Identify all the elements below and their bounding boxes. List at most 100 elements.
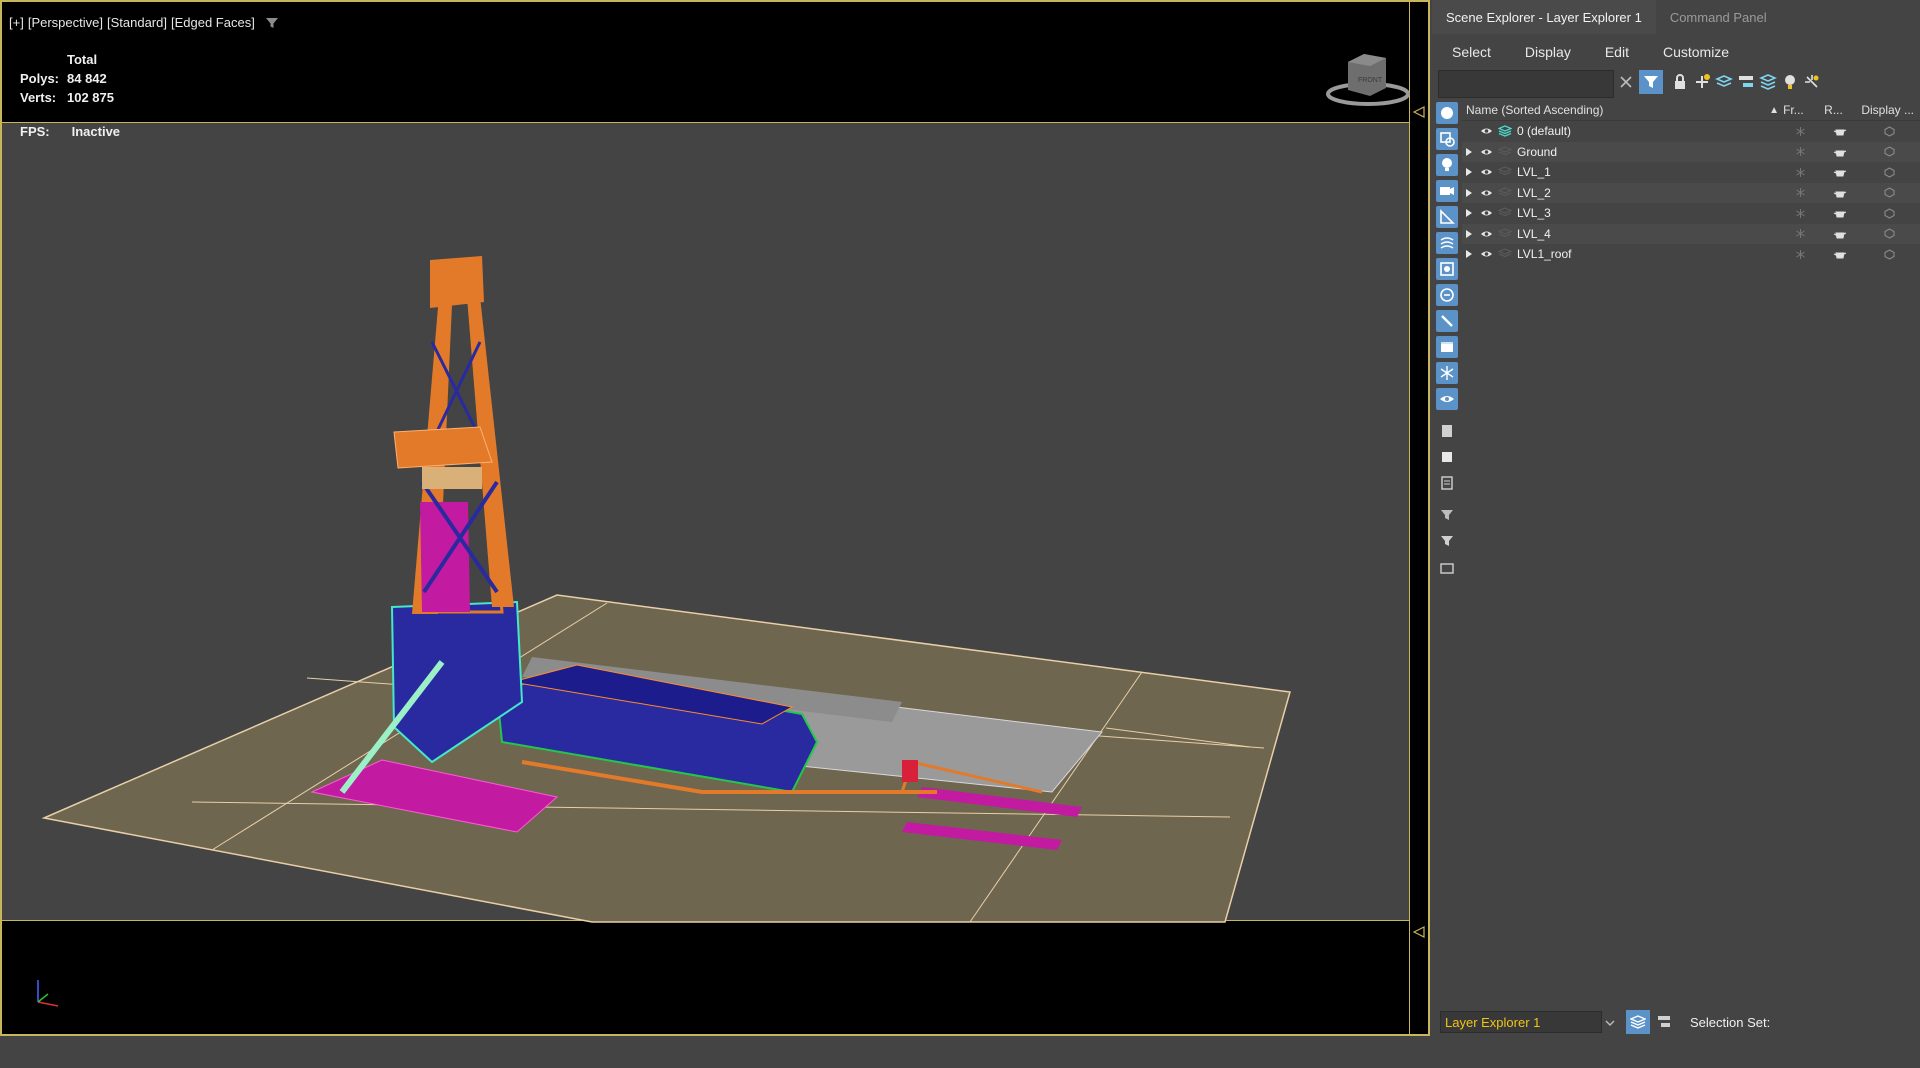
display-bones-button[interactable] bbox=[1436, 310, 1458, 332]
funnel-icon bbox=[1441, 536, 1453, 546]
layer-row[interactable]: 0 (default) bbox=[1462, 121, 1920, 142]
display-groups-button[interactable] bbox=[1436, 258, 1458, 280]
hierarchy-button[interactable] bbox=[1734, 70, 1758, 94]
scene-geometry bbox=[41, 256, 1291, 923]
lock-button[interactable] bbox=[1668, 70, 1692, 94]
sync-selection-button[interactable] bbox=[1800, 70, 1824, 94]
search-input[interactable] bbox=[1438, 70, 1614, 98]
layer-row[interactable]: LVL_3 bbox=[1462, 203, 1920, 224]
display-all-button[interactable] bbox=[1436, 420, 1458, 442]
layer-row[interactable]: Ground bbox=[1462, 141, 1920, 162]
display-frozen-button[interactable] bbox=[1436, 362, 1458, 384]
display-invert-button[interactable] bbox=[1436, 472, 1458, 494]
display-containers-button[interactable] bbox=[1436, 336, 1458, 358]
expand-arrow-icon[interactable] bbox=[1462, 229, 1476, 239]
visibility-eye-icon[interactable] bbox=[1476, 229, 1496, 239]
display-helpers-button[interactable] bbox=[1436, 206, 1458, 228]
expand-arrow-icon[interactable] bbox=[1462, 208, 1476, 218]
layer-mode-button[interactable] bbox=[1626, 1010, 1650, 1034]
monkey-board bbox=[393, 426, 493, 469]
renderable-teapot-icon[interactable] bbox=[1821, 167, 1859, 177]
visibility-eye-icon[interactable] bbox=[1476, 126, 1496, 136]
layer-row[interactable]: LVL_2 bbox=[1462, 182, 1920, 203]
filter-toggle-button[interactable] bbox=[1639, 70, 1663, 94]
eye-icon bbox=[1440, 396, 1454, 402]
chevron-down-icon bbox=[1605, 1020, 1615, 1026]
add-layer-icon bbox=[1696, 74, 1710, 88]
freeze-toggle-icon[interactable] bbox=[1779, 126, 1821, 137]
renderable-teapot-icon[interactable] bbox=[1821, 147, 1859, 157]
renderable-teapot-icon[interactable] bbox=[1821, 188, 1859, 198]
freeze-toggle-icon[interactable] bbox=[1779, 228, 1821, 239]
column-display-header[interactable]: Display ... bbox=[1861, 103, 1920, 117]
display-mode-icon[interactable] bbox=[1859, 126, 1919, 137]
freeze-toggle-icon[interactable] bbox=[1779, 208, 1821, 219]
visibility-eye-icon[interactable] bbox=[1476, 208, 1496, 218]
renderable-teapot-icon[interactable] bbox=[1821, 229, 1859, 239]
display-mode-icon[interactable] bbox=[1859, 146, 1919, 157]
crown-block bbox=[430, 256, 484, 308]
menu-edit[interactable]: Edit bbox=[1585, 44, 1643, 60]
layer-row[interactable]: LVL_4 bbox=[1462, 223, 1920, 244]
sphere-icon bbox=[1441, 107, 1453, 119]
expand-arrow-icon[interactable] bbox=[1462, 188, 1476, 198]
renderable-teapot-icon[interactable] bbox=[1821, 249, 1859, 259]
display-mode-icon[interactable] bbox=[1859, 228, 1919, 239]
display-mode-icon[interactable] bbox=[1859, 249, 1919, 260]
layer-icon bbox=[1496, 146, 1514, 158]
tab-command-panel[interactable]: Command Panel bbox=[1656, 0, 1781, 34]
freeze-toggle-icon[interactable] bbox=[1779, 167, 1821, 178]
viewport-corner-marker-icon bbox=[1413, 926, 1425, 938]
display-hidden-button[interactable] bbox=[1436, 388, 1458, 410]
create-layer-button[interactable] bbox=[1690, 70, 1714, 94]
renderable-teapot-icon[interactable] bbox=[1821, 126, 1859, 136]
display-mode-icon[interactable] bbox=[1859, 208, 1919, 219]
freeze-toggle-icon[interactable] bbox=[1779, 249, 1821, 260]
display-mode-icon[interactable] bbox=[1859, 167, 1919, 178]
visibility-eye-icon[interactable] bbox=[1476, 188, 1496, 198]
freeze-toggle-icon[interactable] bbox=[1779, 187, 1821, 198]
visibility-eye-icon[interactable] bbox=[1476, 249, 1496, 259]
layer-name: LVL_2 bbox=[1517, 185, 1551, 200]
selection-icon bbox=[1440, 563, 1454, 574]
select-all-button[interactable] bbox=[1436, 556, 1458, 578]
hierarchy-mode-button[interactable] bbox=[1652, 1010, 1676, 1034]
expand-arrow-icon[interactable] bbox=[1462, 147, 1476, 157]
clear-search-icon[interactable] bbox=[1618, 74, 1634, 90]
explorer-select-dropdown[interactable]: Layer Explorer 1 bbox=[1440, 1011, 1615, 1033]
renderable-teapot-icon[interactable] bbox=[1821, 208, 1859, 218]
snowflake-icon bbox=[1440, 366, 1454, 380]
filter-settings-button[interactable] bbox=[1436, 504, 1458, 526]
explorer-select-value: Layer Explorer 1 bbox=[1445, 1014, 1541, 1030]
display-shapes-button[interactable] bbox=[1436, 128, 1458, 150]
layer-row[interactable]: LVL1_roof bbox=[1462, 244, 1920, 265]
display-mode-icon[interactable] bbox=[1859, 187, 1919, 198]
filter-cog-icon bbox=[1441, 510, 1453, 520]
expand-arrow-icon[interactable] bbox=[1462, 249, 1476, 259]
display-geometry-button[interactable] bbox=[1436, 102, 1458, 124]
viewcube-icon[interactable]: FRONT bbox=[1320, 48, 1410, 108]
layer-row[interactable]: LVL_1 bbox=[1462, 162, 1920, 183]
column-render-header[interactable]: R... bbox=[1824, 103, 1861, 117]
expand-arrow-icon[interactable] bbox=[1462, 167, 1476, 177]
tab-scene-explorer[interactable]: Scene Explorer - Layer Explorer 1 bbox=[1432, 0, 1656, 34]
filter-icon bbox=[1644, 76, 1658, 88]
display-cameras-button[interactable] bbox=[1436, 180, 1458, 202]
filter-button[interactable] bbox=[1436, 530, 1458, 552]
freeze-toggle-icon[interactable] bbox=[1779, 146, 1821, 157]
column-frozen-header[interactable]: Fr... bbox=[1783, 103, 1824, 117]
menu-select[interactable]: Select bbox=[1432, 44, 1505, 60]
display-none-button[interactable] bbox=[1436, 446, 1458, 468]
highlight-button[interactable] bbox=[1778, 70, 1802, 94]
visibility-eye-icon[interactable] bbox=[1476, 167, 1496, 177]
perspective-viewport[interactable]: [+] [Perspective] [Standard] [Edged Face… bbox=[0, 0, 1430, 1036]
layer-stack-button[interactable] bbox=[1756, 70, 1780, 94]
visibility-eye-icon[interactable] bbox=[1476, 147, 1496, 157]
menu-display[interactable]: Display bbox=[1505, 44, 1585, 60]
display-lights-button[interactable] bbox=[1436, 154, 1458, 176]
display-xrefs-button[interactable] bbox=[1436, 284, 1458, 306]
display-spacewarps-button[interactable] bbox=[1436, 232, 1458, 254]
menu-customize[interactable]: Customize bbox=[1643, 44, 1743, 60]
add-to-layer-button[interactable] bbox=[1712, 70, 1736, 94]
column-name-header[interactable]: Name (Sorted Ascending) bbox=[1462, 103, 1769, 117]
